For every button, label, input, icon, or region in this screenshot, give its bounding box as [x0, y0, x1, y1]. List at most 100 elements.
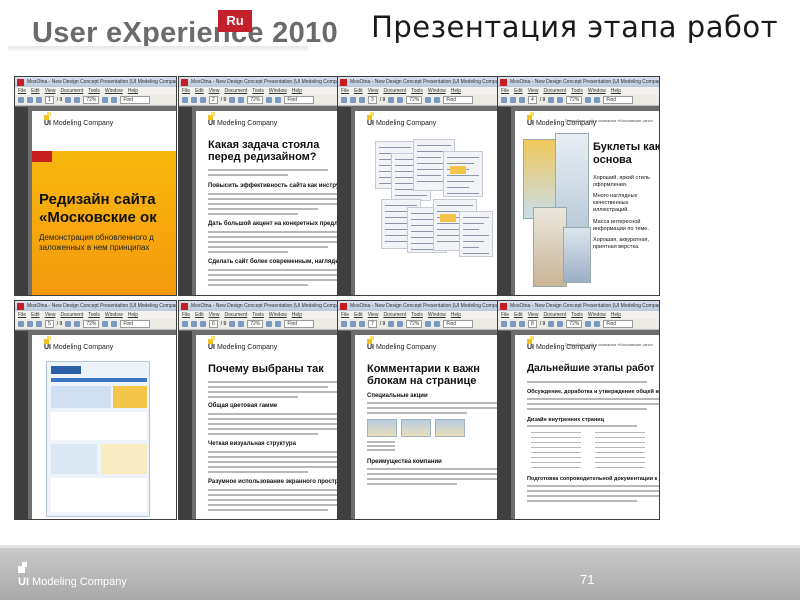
find-field[interactable]: Find: [603, 96, 634, 104]
document-area[interactable]: UI Modeling Company: [15, 331, 176, 519]
toolbar-button-icon[interactable]: [585, 321, 592, 327]
zoom-button-icon[interactable]: [557, 321, 564, 327]
page-number-field[interactable]: 1: [45, 96, 54, 104]
window-titlebar[interactable]: MosOtna - New Design Concept Presentatio…: [498, 301, 659, 311]
zoom-button-icon[interactable]: [65, 321, 72, 327]
menu-item[interactable]: Window: [105, 312, 123, 318]
toolbar-button-icon[interactable]: [519, 97, 525, 103]
navigation-pane[interactable]: [498, 331, 511, 519]
toolbar-button-icon[interactable]: [182, 97, 188, 103]
menu-item[interactable]: Edit: [195, 88, 204, 94]
zoom-button-icon[interactable]: [74, 321, 81, 327]
toolbar-button-icon[interactable]: [425, 321, 432, 327]
toolbar-button-icon[interactable]: [111, 321, 118, 327]
window-titlebar[interactable]: MosOtna - New Design Concept Presentatio…: [338, 301, 499, 311]
menu-item[interactable]: View: [368, 312, 379, 318]
zoom-field[interactable]: 72%: [566, 96, 583, 104]
menu-item[interactable]: Edit: [31, 88, 40, 94]
menu-item[interactable]: Help: [292, 312, 302, 318]
menu-item[interactable]: Window: [588, 88, 606, 94]
find-field[interactable]: Find: [120, 320, 151, 328]
menu-item[interactable]: Window: [588, 312, 606, 318]
toolbar-button-icon[interactable]: [27, 321, 33, 327]
zoom-button-icon[interactable]: [229, 97, 236, 103]
toolbar-button-icon[interactable]: [200, 321, 206, 327]
toolbar-button-icon[interactable]: [200, 97, 206, 103]
menu-item[interactable]: Document: [60, 88, 83, 94]
zoom-field[interactable]: 72%: [247, 96, 264, 104]
menu-item[interactable]: File: [341, 312, 349, 318]
menu-item[interactable]: Help: [128, 312, 138, 318]
menu-item[interactable]: Document: [60, 312, 83, 318]
navigation-pane[interactable]: [338, 107, 351, 295]
menu-item[interactable]: Window: [428, 88, 446, 94]
page-number-field[interactable]: 7: [368, 320, 377, 328]
navigation-pane[interactable]: [179, 107, 192, 295]
navigation-pane[interactable]: [338, 331, 351, 519]
reader-window[interactable]: MosOtna - New Design Concept Presentatio…: [337, 76, 500, 296]
zoom-field[interactable]: 72%: [406, 96, 423, 104]
page-number-field[interactable]: 3: [368, 96, 377, 104]
toolbar-button-icon[interactable]: [585, 97, 592, 103]
toolbar-button-icon[interactable]: [501, 321, 507, 327]
reader-window[interactable]: MosOtna - New Design Concept Presentatio…: [178, 76, 341, 296]
menu-item[interactable]: File: [501, 312, 509, 318]
toolbar-button-icon[interactable]: [18, 321, 24, 327]
menu-item[interactable]: Tools: [88, 88, 100, 94]
reader-window[interactable]: MosOtna - New Design Concept Presentatio…: [497, 300, 660, 520]
toolbar-button-icon[interactable]: [359, 321, 365, 327]
toolbar-button-icon[interactable]: [275, 97, 282, 103]
zoom-button-icon[interactable]: [397, 97, 404, 103]
zoom-field[interactable]: 72%: [83, 96, 100, 104]
toolbar-button-icon[interactable]: [350, 97, 356, 103]
menu-item[interactable]: Document: [224, 88, 247, 94]
window-titlebar[interactable]: MosOtna - New Design Concept Presentatio…: [338, 77, 499, 87]
toolbar-button-icon[interactable]: [510, 97, 516, 103]
menu-item[interactable]: View: [528, 312, 539, 318]
menu-item[interactable]: View: [209, 312, 220, 318]
menu-item[interactable]: File: [341, 88, 349, 94]
find-field[interactable]: Find: [603, 320, 634, 328]
menu-item[interactable]: Edit: [195, 312, 204, 318]
menu-item[interactable]: View: [368, 88, 379, 94]
zoom-button-icon[interactable]: [388, 97, 395, 103]
menu-item[interactable]: Tools: [571, 312, 583, 318]
menu-item[interactable]: View: [209, 88, 220, 94]
toolbar-button-icon[interactable]: [341, 321, 347, 327]
toolbar-button-icon[interactable]: [425, 97, 432, 103]
page-number-field[interactable]: 8: [528, 320, 537, 328]
find-field[interactable]: Find: [284, 320, 315, 328]
find-field[interactable]: Find: [120, 96, 151, 104]
menu-item[interactable]: View: [45, 312, 56, 318]
menu-item[interactable]: Tools: [411, 88, 423, 94]
menu-item[interactable]: File: [18, 312, 26, 318]
find-field[interactable]: Find: [443, 320, 474, 328]
toolbar-button-icon[interactable]: [434, 321, 441, 327]
menu-item[interactable]: Tools: [252, 312, 264, 318]
zoom-button-icon[interactable]: [229, 321, 236, 327]
menu-item[interactable]: View: [45, 88, 56, 94]
window-titlebar[interactable]: MosOtna - New Design Concept Presentatio…: [15, 77, 176, 87]
menu-item[interactable]: File: [182, 88, 190, 94]
document-area[interactable]: UI Modeling Company Комментарии к важн бло…: [338, 331, 499, 519]
zoom-button-icon[interactable]: [548, 97, 555, 103]
reader-window[interactable]: MosOtna - New Design Concept Presentatio…: [337, 300, 500, 520]
menu-item[interactable]: Edit: [514, 88, 523, 94]
find-field[interactable]: Find: [443, 96, 474, 104]
document-area[interactable]: UI Modeling Company: [338, 107, 499, 295]
window-titlebar[interactable]: MosOtna - New Design Concept Presentatio…: [179, 77, 340, 87]
menu-item[interactable]: Document: [224, 312, 247, 318]
zoom-field[interactable]: 72%: [83, 320, 100, 328]
document-area[interactable]: UI Modeling Company Редизайн сайта «Москов…: [15, 107, 176, 295]
zoom-button-icon[interactable]: [388, 321, 395, 327]
menu-item[interactable]: Tools: [252, 88, 264, 94]
page-number-field[interactable]: 4: [528, 96, 537, 104]
navigation-pane[interactable]: [15, 107, 28, 295]
menu-item[interactable]: Document: [383, 312, 406, 318]
menu-item[interactable]: File: [501, 88, 509, 94]
zoom-button-icon[interactable]: [65, 97, 72, 103]
zoom-field[interactable]: 72%: [406, 320, 423, 328]
menu-item[interactable]: Edit: [514, 312, 523, 318]
navigation-pane[interactable]: [179, 331, 192, 519]
menu-item[interactable]: File: [18, 88, 26, 94]
